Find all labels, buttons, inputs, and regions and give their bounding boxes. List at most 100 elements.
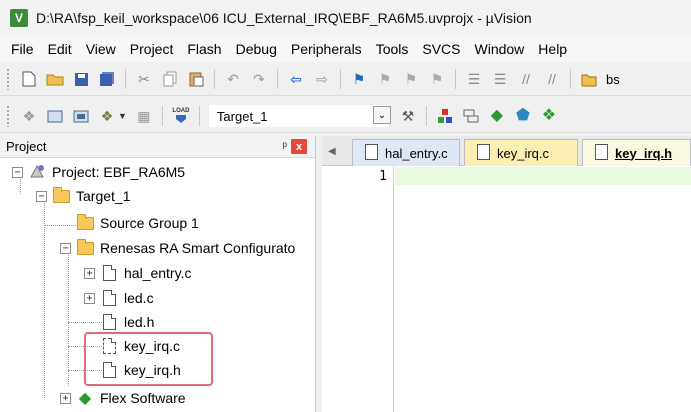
project-panel-header: Project ᵖ x — [0, 136, 315, 158]
expand-icon[interactable]: + — [84, 292, 95, 304]
tree-node-source-group[interactable]: Source Group 1 — [60, 211, 199, 235]
menu-debug[interactable]: Debug — [229, 41, 284, 57]
tab-key-irq-c[interactable]: key_irq.c — [464, 139, 578, 166]
bookmark-icon[interactable]: ⚑ — [348, 68, 370, 90]
unindent-icon[interactable]: ☰ — [489, 68, 511, 90]
pin-icon[interactable]: ᵖ — [282, 139, 287, 153]
menu-svcs[interactable]: SVCS — [415, 41, 467, 57]
undo-icon[interactable]: ↶ — [222, 68, 244, 90]
copy-icon[interactable] — [159, 68, 181, 90]
file-icon — [100, 289, 118, 307]
uncomment-icon[interactable]: // — [541, 68, 563, 90]
navigate-forward-icon[interactable]: ⇨ — [311, 68, 333, 90]
menu-tools[interactable]: Tools — [369, 41, 416, 57]
close-icon[interactable]: x — [291, 139, 307, 154]
file-name: led.h — [124, 314, 155, 330]
menu-project[interactable]: Project — [123, 41, 181, 57]
editor-tabs: ◀ hal_entry.c key_irq.c key_irq.h — [322, 136, 691, 166]
file-name: hal_entry.c — [124, 265, 192, 281]
save-icon[interactable] — [70, 68, 92, 90]
tab-label: hal_entry.c — [385, 145, 448, 161]
tree-node-file[interactable]: + hal_entry.c — [84, 261, 191, 285]
save-all-icon[interactable] — [96, 68, 118, 90]
file-icon — [477, 144, 490, 160]
select-packs-icon[interactable]: ◆ — [486, 105, 508, 127]
clear-bookmarks-icon[interactable]: ⚑ — [426, 68, 448, 90]
find-in-files-icon[interactable] — [578, 68, 600, 90]
tab-label: key_irq.h — [615, 145, 673, 161]
target-select[interactable]: Target_1 ⌄ — [208, 105, 391, 127]
pack-installer-icon[interactable]: ⬟ — [512, 105, 534, 127]
expand-icon[interactable]: + — [60, 392, 71, 404]
translate-icon[interactable]: ❖ — [18, 105, 40, 127]
batch-build-icon[interactable]: ❖ — [96, 105, 118, 127]
download-load-icon[interactable]: LOAD — [170, 105, 192, 127]
tree-connector — [68, 246, 69, 386]
menu-window[interactable]: Window — [468, 41, 532, 57]
menu-view[interactable]: View — [79, 41, 123, 57]
tree-node-renesas-group[interactable]: − Renesas RA Smart Configurato — [60, 236, 295, 260]
renesas-group-name: Renesas RA Smart Configurato — [100, 240, 296, 256]
uvision-app-icon: V — [10, 9, 28, 27]
folder-icon — [76, 238, 94, 257]
find-combo-text[interactable]: bs — [606, 72, 620, 87]
prev-bookmark-icon[interactable]: ⚑ — [374, 68, 396, 90]
chevron-down-icon[interactable]: ▼ — [118, 111, 127, 121]
chevron-down-icon[interactable]: ⌄ — [372, 106, 391, 124]
collapse-icon[interactable]: − — [60, 242, 71, 254]
manage-components-icon[interactable] — [434, 105, 456, 127]
folder-icon — [76, 213, 94, 232]
line-number-gutter: 1 — [322, 166, 394, 412]
current-line-highlight[interactable] — [395, 167, 691, 185]
target-select-value: Target_1 — [216, 108, 268, 124]
file-icon — [100, 313, 118, 331]
rebuild-icon[interactable] — [70, 105, 92, 127]
tree-node-project[interactable]: − Project: EBF_RA6M5 — [12, 160, 185, 184]
toolbar-separator — [214, 69, 215, 89]
file-icon — [100, 264, 118, 282]
toolbar-separator — [425, 106, 427, 126]
tree-node-file[interactable]: + led.c — [84, 286, 154, 310]
tree-node-target[interactable]: − Target_1 — [36, 184, 130, 208]
collapse-icon[interactable]: − — [12, 166, 23, 178]
indent-icon[interactable]: ☰ — [463, 68, 485, 90]
cut-icon[interactable]: ✂ — [133, 68, 155, 90]
menu-edit[interactable]: Edit — [41, 41, 79, 57]
project-name: Project: EBF_RA6M5 — [52, 164, 186, 180]
highlight-box — [84, 332, 213, 386]
editor-area: ◀ hal_entry.c key_irq.c key_irq.h 1 — [322, 136, 691, 412]
toolbar-separator — [161, 106, 163, 126]
rte-icon[interactable]: ❖ — [538, 105, 560, 127]
collapse-icon[interactable]: − — [36, 190, 47, 202]
menu-file[interactable]: File — [4, 41, 41, 57]
redo-icon[interactable]: ↷ — [248, 68, 270, 90]
tree-node-flex-software[interactable]: + ◆ Flex Software — [60, 386, 186, 410]
paste-icon[interactable] — [185, 68, 207, 90]
new-file-icon[interactable] — [18, 68, 40, 90]
tab-scroll-left-icon[interactable]: ◀ — [328, 146, 336, 157]
tree-node-file[interactable]: led.h — [84, 310, 154, 334]
menu-peripherals[interactable]: Peripherals — [284, 41, 369, 57]
stop-build-icon[interactable]: ▦ — [133, 105, 155, 127]
open-folder-icon[interactable] — [44, 68, 66, 90]
next-bookmark-icon[interactable]: ⚑ — [400, 68, 422, 90]
file-icon — [365, 144, 378, 160]
toolbar-separator — [125, 69, 126, 89]
toolbar-separator — [455, 69, 456, 89]
file-extensions-icon[interactable] — [460, 105, 482, 127]
toolbar-grip[interactable] — [6, 105, 10, 127]
toolbar-separator — [198, 106, 200, 126]
toolbar-separator — [570, 69, 571, 89]
expand-icon[interactable]: + — [84, 267, 95, 279]
target-name: Target_1 — [76, 188, 131, 204]
navigate-back-icon[interactable]: ⇦ — [285, 68, 307, 90]
toolbar-grip[interactable] — [6, 68, 10, 90]
menu-help[interactable]: Help — [531, 41, 574, 57]
options-for-target-icon[interactable]: ⚒ — [397, 105, 419, 127]
menu-flash[interactable]: Flash — [180, 41, 228, 57]
build-toolbar: ❖ ❖ ▼ ▦ LOAD Target_1 ⌄ ⚒ ◆ ⬟ ❖ — [0, 100, 691, 133]
build-icon[interactable] — [44, 105, 66, 127]
comment-icon[interactable]: // — [515, 68, 537, 90]
tab-hal-entry[interactable]: hal_entry.c — [352, 139, 460, 166]
tab-key-irq-h[interactable]: key_irq.h — [582, 139, 691, 166]
